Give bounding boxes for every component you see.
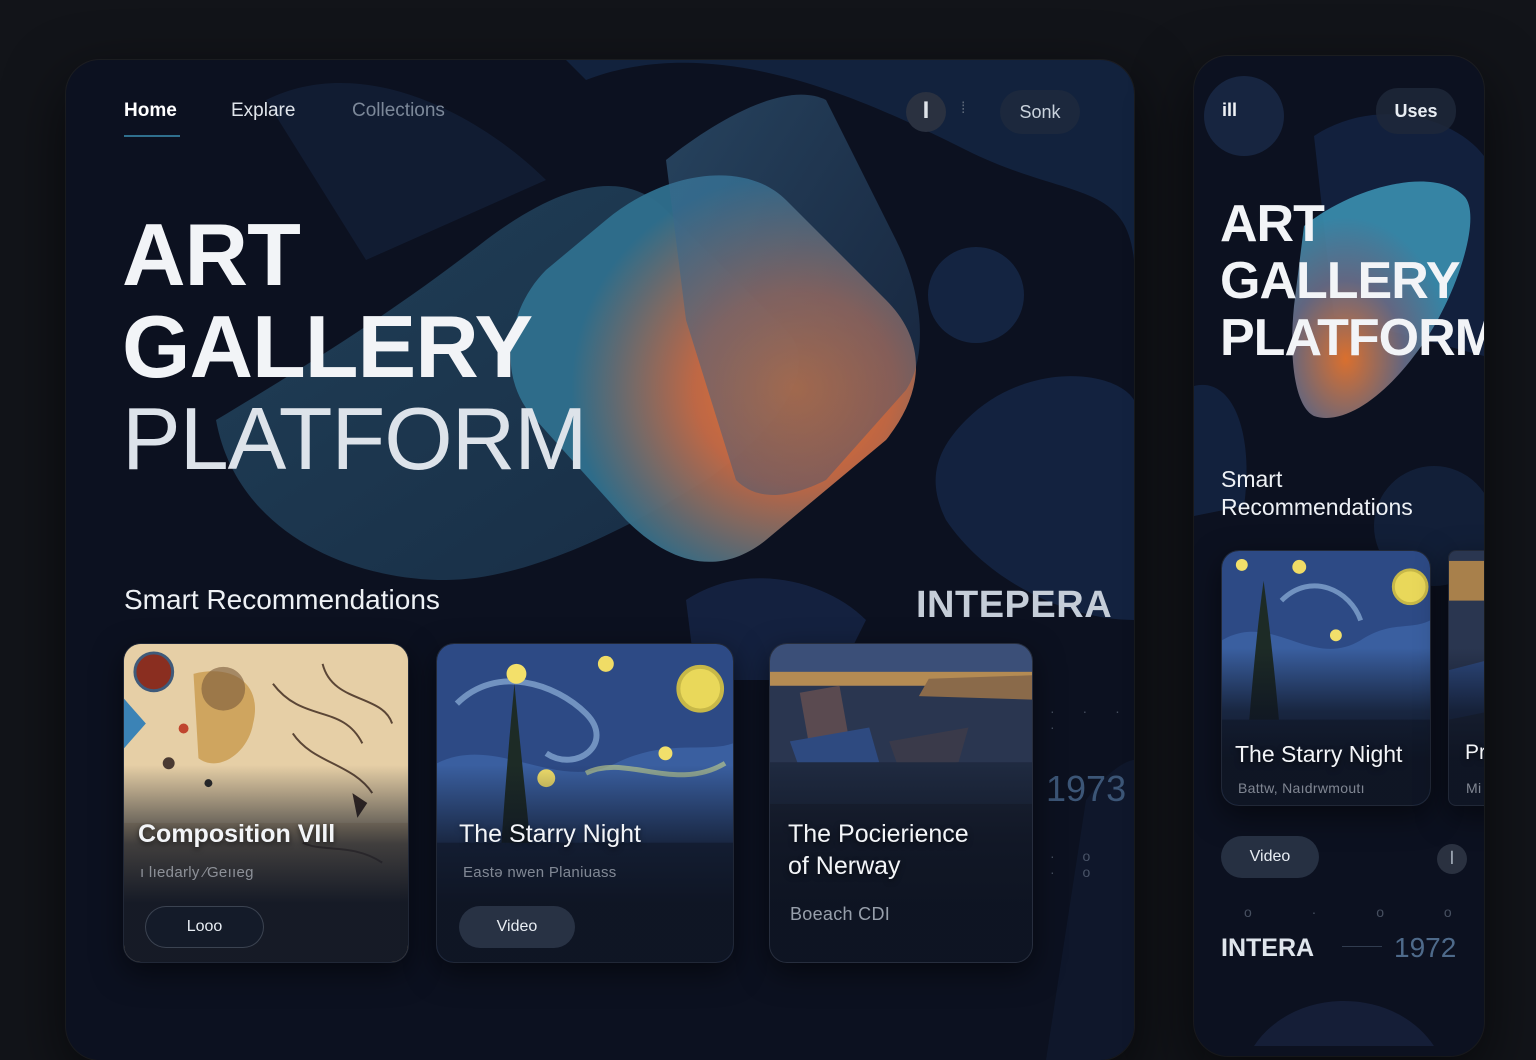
sync-icon[interactable]: ꟾ xyxy=(906,92,946,132)
nav-home[interactable]: Home xyxy=(124,100,177,122)
hero-title-line2: GALLERY xyxy=(1220,252,1461,310)
hero-title-line1: ART xyxy=(122,205,301,304)
sync-icon[interactable]: ꟾ xyxy=(1437,844,1467,874)
card-title: The Starry Night xyxy=(459,820,642,848)
card-subtitle: Mi xyxy=(1466,780,1482,796)
section-title: Smart Recommendations xyxy=(124,584,440,615)
hero-title-line3: PLATFORM xyxy=(1220,309,1484,367)
card-looo-button[interactable]: Looo xyxy=(145,906,264,948)
decorative-dots: · xyxy=(1106,605,1123,621)
hero-title-line2: GALLERY xyxy=(122,297,533,396)
card-title: Composition VIll xyxy=(138,820,336,848)
card-subtitle: Boeach CDI xyxy=(790,904,891,924)
artwork-card[interactable]: The Pocierience of Nerway Boeach CDI xyxy=(769,643,1033,963)
brand-mark: INTERA xyxy=(1221,934,1315,962)
artwork-card[interactable]: The Starry Night Eastə nwen Planiuass Vi… xyxy=(436,643,734,963)
card-subtitle: Eastə nwen Planiuass xyxy=(463,864,617,881)
card-title-line2: of Nerway xyxy=(788,852,901,880)
video-button[interactable]: Video xyxy=(1221,836,1319,878)
card-subtitle: ı lıedarly ⁄Geııeg xyxy=(140,864,254,881)
year-label: 1972 xyxy=(1394,932,1457,963)
artwork-card[interactable]: Composition VIll ı lıedarly ⁄Geııeg Looo xyxy=(123,643,409,963)
divider xyxy=(1342,946,1382,947)
section-title-line2: Recommendations xyxy=(1221,494,1413,520)
artwork-card[interactable]: The Starry Night Battw, Naıdrwmoutı xyxy=(1221,550,1431,806)
nav-explore[interactable]: Explare xyxy=(231,100,295,122)
year-label: 1973 xyxy=(1046,768,1127,809)
card-video-button[interactable]: Video xyxy=(459,906,575,948)
decorative-dots: o · o o xyxy=(1244,904,1480,920)
card-title: The Starry Night xyxy=(1235,741,1403,767)
hero-title-line1: ART xyxy=(1220,195,1325,253)
mobile-panel: ill Uses ART GALLERY PLATFORM Smart Reco… xyxy=(1194,56,1484,1056)
hero-title-line3: PLATFORM xyxy=(122,389,588,488)
card-subtitle: Battw, Naıdrwmoutı xyxy=(1238,780,1365,796)
user-button[interactable]: Sonk xyxy=(1000,90,1080,134)
card-title-line1: The Pocierience xyxy=(788,820,969,848)
artwork-card-peek[interactable]: Pr Mi xyxy=(1448,550,1484,806)
brand-mark: INTEPERA xyxy=(916,584,1113,626)
menu-icon[interactable]: ill xyxy=(1222,100,1237,121)
nav-separator: ⁞ xyxy=(961,100,966,117)
user-button[interactable]: Uses xyxy=(1376,88,1456,134)
section-title-line1: Smart xyxy=(1221,466,1283,492)
nav-collections[interactable]: Collections xyxy=(352,100,445,122)
nav-active-underline xyxy=(124,135,180,137)
card-title: Pr xyxy=(1465,741,1484,764)
decorative-dots: · o · o xyxy=(1050,848,1103,880)
main-panel: Home Explare Collections ꟾ ⁞ Sonk ART GA… xyxy=(66,60,1134,1060)
decorative-dots: · · · · xyxy=(1050,703,1132,735)
